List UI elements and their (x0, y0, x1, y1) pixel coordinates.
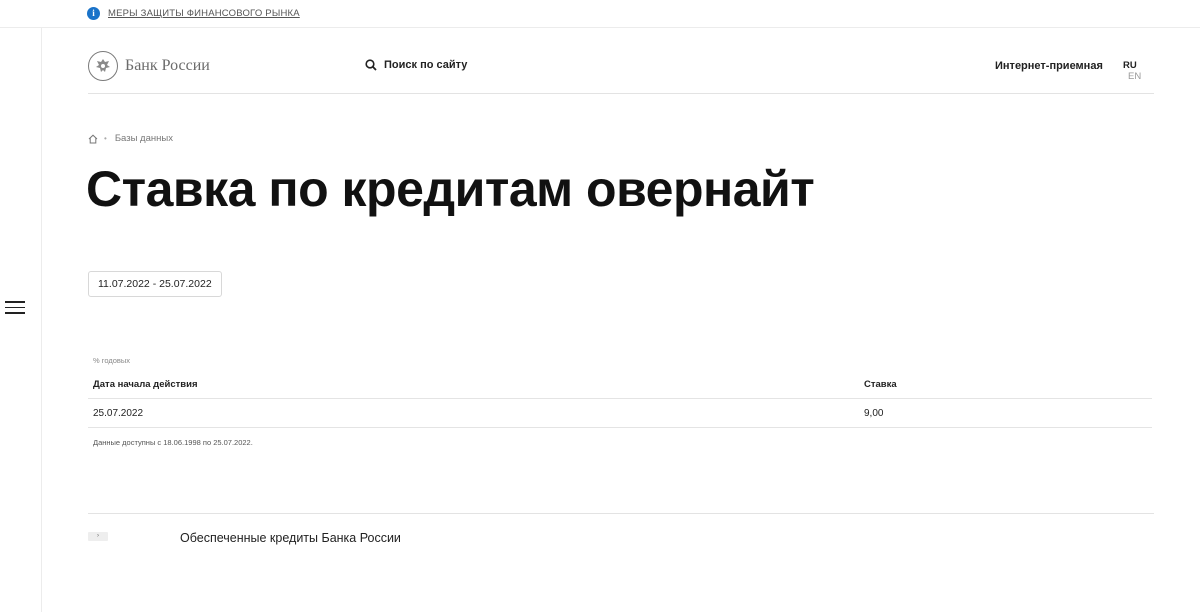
language-switcher: RU EN (1123, 60, 1154, 82)
date-range-picker[interactable]: 11.07.2022 - 25.07.2022 (88, 271, 222, 297)
financial-market-protection-link[interactable]: МЕРЫ ЗАЩИТЫ ФИНАНСОВОГО РЫНКА (108, 8, 300, 19)
menu-icon[interactable] (5, 301, 25, 315)
page-title: Ставка по кредитам овернайт (86, 161, 815, 217)
search-button[interactable]: Поиск по сайту (365, 59, 467, 71)
site-header: Банк России Поиск по сайту Интернет-прие… (88, 46, 1154, 94)
table-row: 25.07.2022 9,00 (88, 399, 1152, 428)
table-header-row: Дата начала действия Ставка (88, 370, 1152, 399)
expand-button[interactable]: › (88, 532, 108, 541)
info-icon: i (87, 7, 100, 20)
column-header-date: Дата начала действия (93, 378, 198, 390)
internet-reception-link[interactable]: Интернет-приемная (995, 60, 1103, 72)
breadcrumb: • Базы данных (88, 133, 173, 144)
section-divider (88, 513, 1154, 514)
cell-rate: 9,00 (864, 407, 884, 419)
search-label: Поиск по сайту (384, 59, 468, 71)
left-rail (0, 28, 42, 612)
logo[interactable]: Банк России (88, 51, 210, 81)
search-icon (365, 59, 377, 71)
data-availability-note: Данные доступны с 18.06.1998 по 25.07.20… (93, 438, 253, 447)
column-header-rate: Ставка (864, 378, 897, 390)
lang-ru[interactable]: RU (1123, 60, 1137, 71)
logo-text: Банк России (125, 57, 210, 74)
breadcrumb-separator: • (104, 134, 107, 143)
home-icon[interactable] (88, 134, 98, 144)
lang-en[interactable]: EN (1128, 71, 1141, 82)
rates-table: Дата начала действия Ставка 25.07.2022 9… (88, 370, 1152, 428)
units-label: % годовых (93, 356, 131, 365)
top-info-bar: i МЕРЫ ЗАЩИТЫ ФИНАНСОВОГО РЫНКА (0, 0, 1200, 28)
secured-loans-link[interactable]: Обеспеченные кредиты Банка России (180, 531, 401, 545)
cell-date: 25.07.2022 (93, 407, 144, 419)
eagle-emblem-icon (88, 51, 118, 81)
breadcrumb-databases[interactable]: Базы данных (115, 133, 173, 144)
